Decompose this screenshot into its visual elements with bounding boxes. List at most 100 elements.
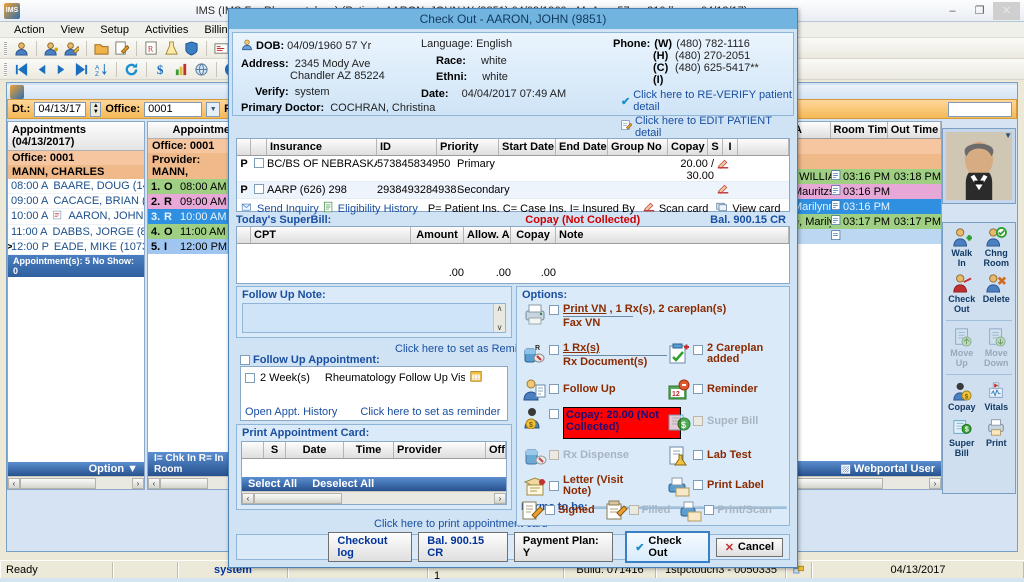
move-up-button[interactable]: Move Up: [945, 325, 979, 370]
visit-note-icon[interactable]: [831, 170, 843, 184]
date-input[interactable]: 04/13/17: [34, 102, 86, 117]
select-all-link[interactable]: Select All: [248, 478, 297, 490]
table-row[interactable]: Marilynn 03:16 PM: [791, 199, 941, 214]
edit-patient-link[interactable]: Click here to EDIT PATIENT detail: [635, 115, 793, 139]
scroll-left-icon[interactable]: ‹: [8, 478, 20, 489]
super-bill-button[interactable]: $ Super Bill: [945, 415, 979, 460]
copay-checkbox[interactable]: [549, 409, 559, 419]
menu-item-view[interactable]: View: [53, 24, 93, 36]
follow-up-note-textarea[interactable]: ∧ ∨: [242, 303, 506, 333]
table-row[interactable]: P BC/BS OF NEBRASKA (1! 573845834950 Pri…: [237, 156, 789, 182]
payment-plan-button[interactable]: Payment Plan: Y: [514, 532, 613, 562]
reverify-link[interactable]: Click here to RE-VERIFY patient detail: [633, 89, 793, 113]
dollar-icon[interactable]: $: [153, 61, 170, 78]
photo-dropdown-icon[interactable]: ▼: [1004, 131, 1012, 140]
sort-icon[interactable]: AZ: [93, 61, 110, 78]
follow-up-appointment-checkbox[interactable]: [240, 355, 250, 365]
print-vn-checkbox[interactable]: [549, 305, 559, 315]
print-scan-checkbox[interactable]: [704, 505, 714, 515]
chart-bar-icon[interactable]: [173, 61, 190, 78]
option-follow-up[interactable]: Follow Up: [523, 379, 616, 399]
open-appt-history-link[interactable]: Open Appt. History: [245, 406, 337, 418]
table-row[interactable]: 2. R 09:00 AM: [148, 194, 234, 209]
toolbar-grip-2[interactable]: [4, 62, 7, 77]
option-lab-test[interactable]: Lab Test: [667, 445, 751, 465]
follow-up-interval-checkbox[interactable]: [245, 373, 255, 383]
minimize-button[interactable]: –: [939, 2, 966, 20]
insurance-shield-icon[interactable]: [183, 40, 200, 57]
signed-checkbox[interactable]: [545, 505, 555, 515]
walk-in-button[interactable]: Walk In: [945, 225, 979, 270]
table-row[interactable]: 4. O 11:00 AM: [148, 224, 234, 239]
webportal-user-bar[interactable]: ▨ Webportal User: [791, 461, 941, 476]
list-item[interactable]: 09:00 A CACACE, BRIAN (120): [8, 194, 144, 209]
table-row[interactable]: , WILLIA 03:16 PM 03:18 PM: [791, 169, 941, 184]
print-card-scrollbar[interactable]: ‹ ›: [242, 491, 506, 504]
move-down-button[interactable]: Move Down: [980, 325, 1014, 370]
table-row[interactable]: 5. I 12:00 PM: [148, 239, 234, 254]
table-row[interactable]: 3. R 10:00 AM: [148, 209, 234, 224]
table-row[interactable]: Mauritzss 03:16 PM: [791, 184, 941, 199]
patient-edit-icon[interactable]: [63, 40, 80, 57]
menu-item-setup[interactable]: Setup: [92, 24, 137, 36]
lab-test-checkbox[interactable]: [693, 450, 703, 460]
patient-add-icon[interactable]: [43, 40, 60, 57]
lab-icon[interactable]: [163, 40, 180, 57]
careplan-checkbox[interactable]: [693, 345, 703, 355]
scroll-up-icon[interactable]: ∧: [497, 304, 503, 313]
scroll-right-icon[interactable]: ›: [494, 493, 506, 504]
follow-up-appointment-toggle[interactable]: Follow Up Appointment:: [240, 354, 380, 366]
rx-label[interactable]: 1 Rx(s): [563, 343, 667, 354]
visit-note-icon[interactable]: [831, 200, 843, 214]
visit-note-icon[interactable]: [831, 185, 843, 199]
close-button[interactable]: ✕: [993, 2, 1020, 20]
scan-card-icon[interactable]: [714, 158, 732, 173]
horizontal-scrollbar-right[interactable]: ›: [791, 476, 941, 489]
prev-record-icon[interactable]: [33, 61, 50, 78]
check-out-button[interactable]: Check Out: [945, 271, 979, 316]
check-out-confirm-button[interactable]: ✔ Check Out: [625, 531, 710, 563]
rx-icon[interactable]: R: [143, 40, 160, 57]
vitals-button[interactable]: Vitals: [980, 379, 1014, 414]
menu-item-activities[interactable]: Activities: [137, 24, 196, 36]
office-input[interactable]: 0001: [144, 102, 202, 117]
table-row[interactable]: [791, 229, 941, 244]
scroll-left-icon[interactable]: ‹: [148, 478, 160, 489]
copay-highlight-box[interactable]: Copay: 20.00 (Not Collected): [563, 407, 681, 439]
follow-up-checkbox[interactable]: [549, 384, 559, 394]
last-record-icon[interactable]: [73, 61, 90, 78]
print-label-checkbox[interactable]: [693, 480, 703, 490]
table-row[interactable]: e, Marilyr 03:17 PM 03:17 PM: [791, 214, 941, 229]
note-vertical-scrollbar[interactable]: ∧ ∨: [493, 304, 505, 332]
horizontal-scrollbar[interactable]: ‹ ›: [8, 476, 144, 489]
delete-button[interactable]: Delete: [980, 271, 1014, 316]
option-menu-button[interactable]: Option ▼: [8, 462, 144, 476]
list-item[interactable]: 11:00 A DABBS, JORGE (8570): [8, 225, 144, 240]
globe-icon[interactable]: [193, 61, 210, 78]
checkout-log-button[interactable]: Checkout log: [328, 532, 412, 562]
deselect-all-link[interactable]: Deselect All: [312, 478, 374, 490]
copay-button[interactable]: $ Copay: [945, 379, 979, 414]
list-item[interactable]: 08:00 A BAARE, DOUG (14033): [8, 179, 144, 194]
toolbar-grip[interactable]: [4, 41, 7, 56]
option-copay[interactable]: $ Copay: 20.00 (Not Collected): [523, 407, 681, 439]
chart-open-icon[interactable]: [93, 40, 110, 57]
rx-document-label[interactable]: Rx Document(s): [563, 357, 667, 368]
scroll-right-icon[interactable]: ›: [929, 478, 941, 489]
option-print-label[interactable]: Print Label: [667, 475, 764, 495]
horizontal-scrollbar-mid[interactable]: ‹: [148, 476, 234, 489]
menu-item-action[interactable]: Action: [6, 24, 53, 36]
set-as-reminder-link-2[interactable]: Click here to set as reminder: [360, 406, 500, 418]
list-item[interactable]: > 12:00 P EADE, MIKE (10731): [8, 240, 144, 255]
fax-vn-label[interactable]: Fax VN: [563, 318, 726, 329]
footer-balance-button[interactable]: Bal. 900.15 CR: [418, 532, 508, 562]
first-record-icon[interactable]: [13, 61, 30, 78]
scroll-down-icon[interactable]: ∨: [497, 323, 503, 332]
patient-photo[interactable]: ▼: [942, 128, 1016, 204]
search-input[interactable]: [948, 102, 1012, 117]
visit-note-icon[interactable]: [831, 230, 843, 244]
restore-button[interactable]: ❐: [966, 2, 993, 20]
option-careplan[interactable]: 2 Careplan added: [667, 343, 787, 365]
option-rx[interactable]: R 1 Rx(s) Rx Document(s): [523, 343, 673, 368]
list-item[interactable]: 10:00 A AARON, JOHN (9851: [8, 209, 144, 225]
